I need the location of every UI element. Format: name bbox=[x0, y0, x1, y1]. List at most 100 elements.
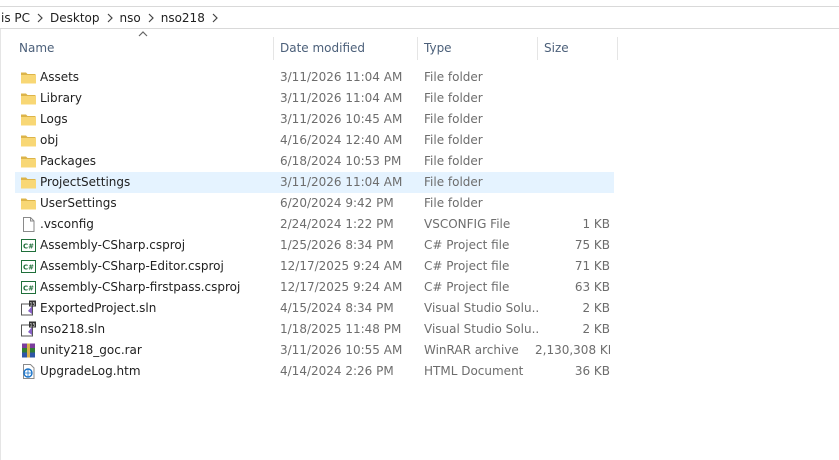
folder-icon bbox=[20, 111, 37, 128]
chevron-right-icon[interactable] bbox=[207, 13, 223, 23]
file-row[interactable]: Packages 6/18/2024 10:53 PM File folder bbox=[15, 151, 614, 172]
breadcrumb-item[interactable]: nso218 bbox=[159, 11, 207, 25]
file-type: File folder bbox=[424, 175, 483, 189]
file-type: File folder bbox=[424, 91, 483, 105]
file-name: unity218_goc.rar bbox=[40, 343, 142, 357]
file-size bbox=[535, 172, 610, 193]
svg-text:C#: C# bbox=[23, 264, 34, 272]
file-size bbox=[535, 193, 610, 214]
file-name: Assets bbox=[40, 70, 80, 84]
file-type: File folder bbox=[424, 133, 483, 147]
folder-icon bbox=[20, 195, 37, 212]
breadcrumb-item[interactable]: Desktop bbox=[48, 11, 102, 25]
file-date-modified: 3/11/2026 11:04 AM bbox=[280, 175, 403, 189]
file-date-modified: 4/16/2024 12:40 AM bbox=[280, 133, 403, 147]
file-row[interactable]: obj 4/16/2024 12:40 AM File folder bbox=[15, 130, 614, 151]
file-date-modified: 3/11/2026 10:55 AM bbox=[280, 343, 403, 357]
svg-text:C#: C# bbox=[23, 285, 34, 293]
column-header: Name Date modified Type Size bbox=[0, 30, 839, 62]
html-document-icon bbox=[20, 363, 37, 380]
visual-studio-solution-icon: 15 bbox=[20, 321, 37, 338]
column-header-type[interactable]: Type bbox=[418, 37, 538, 60]
csharp-project-icon: C# bbox=[20, 237, 37, 254]
svg-text:15: 15 bbox=[30, 323, 36, 329]
folder-icon bbox=[20, 174, 37, 191]
file-name: Library bbox=[40, 91, 82, 105]
file-type: HTML Document bbox=[424, 364, 524, 378]
file-size bbox=[535, 109, 610, 130]
file-icon bbox=[20, 216, 37, 233]
file-size bbox=[535, 88, 610, 109]
file-name: .vsconfig bbox=[40, 217, 94, 231]
file-name: Assembly-CSharp.csproj bbox=[40, 238, 186, 252]
file-name: UpgradeLog.htm bbox=[40, 364, 141, 378]
column-header-date-modified[interactable]: Date modified bbox=[274, 37, 418, 60]
file-size: 1 KB bbox=[582, 217, 610, 231]
file-size: 2 KB bbox=[582, 301, 610, 315]
visual-studio-solution-icon: 15 bbox=[20, 300, 37, 317]
svg-text:C#: C# bbox=[23, 243, 34, 251]
file-date-modified: 3/11/2026 10:45 AM bbox=[280, 112, 403, 126]
file-date-modified: 1/25/2026 8:34 PM bbox=[280, 238, 394, 252]
file-date-modified: 12/17/2025 9:24 AM bbox=[280, 259, 403, 273]
file-row[interactable]: C# Assembly-CSharp-firstpass.csproj 12/17/… bbox=[15, 277, 614, 298]
file-row[interactable]: .vsconfig 2/24/2024 1:22 PM VSCONFIG File 1… bbox=[15, 214, 614, 235]
folder-icon bbox=[20, 90, 37, 107]
file-size: 2,130,308 KB bbox=[535, 343, 610, 357]
csharp-project-icon: C# bbox=[20, 279, 37, 296]
file-name: nso218.sln bbox=[40, 322, 106, 336]
file-row[interactable]: Library 3/11/2026 11:04 AM File folder bbox=[15, 88, 614, 109]
file-name: Packages bbox=[40, 154, 96, 168]
file-name: Assembly-CSharp-firstpass.csproj bbox=[40, 280, 241, 294]
file-row[interactable]: UserSettings 6/20/2024 9:42 PM File folder bbox=[15, 193, 614, 214]
file-size: 75 KB bbox=[574, 238, 610, 252]
file-name: Logs bbox=[40, 112, 68, 126]
breadcrumb-item[interactable]: nso bbox=[118, 11, 143, 25]
folder-icon bbox=[20, 153, 37, 170]
column-header-name[interactable]: Name bbox=[13, 37, 274, 60]
file-type: C# Project file bbox=[424, 280, 510, 294]
file-type: File folder bbox=[424, 196, 483, 210]
file-date-modified: 4/15/2024 8:34 PM bbox=[280, 301, 394, 315]
file-size: 36 KB bbox=[574, 364, 610, 378]
chevron-right-icon[interactable] bbox=[102, 13, 118, 23]
file-row[interactable]: 15 nso218.sln 1/18/2025 11:48 PM Visual Stu… bbox=[15, 319, 614, 340]
file-size bbox=[535, 151, 610, 172]
file-date-modified: 12/17/2025 9:24 AM bbox=[280, 280, 403, 294]
file-type: C# Project file bbox=[424, 259, 510, 273]
file-type: File folder bbox=[424, 112, 483, 126]
file-size bbox=[535, 130, 610, 151]
breadcrumb-item[interactable]: is PC bbox=[0, 11, 32, 25]
file-name: obj bbox=[40, 133, 59, 147]
chevron-right-icon[interactable] bbox=[143, 13, 159, 23]
file-date-modified: 6/20/2024 9:42 PM bbox=[280, 196, 394, 210]
file-row[interactable]: 15 ExportedProject.sln 4/15/2024 8:34 PM Vi… bbox=[15, 298, 614, 319]
file-type: VSCONFIG File bbox=[424, 217, 511, 231]
file-row[interactable]: ProjectSettings 3/11/2026 11:04 AM File fo… bbox=[15, 172, 614, 193]
file-row[interactable]: C# Assembly-CSharp-Editor.csproj 12/17/202… bbox=[15, 256, 614, 277]
file-row[interactable]: Assets 3/11/2026 11:04 AM File folder bbox=[15, 67, 614, 88]
winrar-archive-icon bbox=[20, 342, 37, 359]
folder-icon bbox=[20, 132, 37, 149]
file-size bbox=[535, 67, 610, 88]
file-row[interactable]: UpgradeLog.htm 4/14/2024 2:26 PM HTML Docu… bbox=[15, 361, 614, 382]
file-row[interactable]: C# Assembly-CSharp.csproj 1/25/2026 8:34 P… bbox=[15, 235, 614, 256]
chevron-right-icon[interactable] bbox=[32, 13, 48, 23]
file-date-modified: 3/11/2026 11:04 AM bbox=[280, 70, 403, 84]
breadcrumb[interactable]: is PC Desktop nso nso218 bbox=[0, 6, 839, 29]
file-date-modified: 4/14/2024 2:26 PM bbox=[280, 364, 394, 378]
file-date-modified: 2/24/2024 1:22 PM bbox=[280, 217, 394, 231]
csharp-project-icon: C# bbox=[20, 258, 37, 275]
file-name: UserSettings bbox=[40, 196, 117, 210]
file-type: File folder bbox=[424, 70, 483, 84]
file-type: Visual Studio Solu... bbox=[424, 322, 540, 336]
svg-text:15: 15 bbox=[30, 302, 36, 308]
file-row[interactable]: unity218_goc.rar 3/11/2026 10:55 AM WinRAR… bbox=[15, 340, 614, 361]
file-size: 2 KB bbox=[582, 322, 610, 336]
file-name: ProjectSettings bbox=[40, 175, 131, 189]
file-explorer-window: is PC Desktop nso nso218 Name Date modified… bbox=[0, 0, 839, 460]
file-date-modified: 6/18/2024 10:53 PM bbox=[280, 154, 402, 168]
file-type: WinRAR archive bbox=[424, 343, 519, 357]
file-row[interactable]: Logs 3/11/2026 10:45 AM File folder bbox=[15, 109, 614, 130]
column-header-size[interactable]: Size bbox=[538, 37, 618, 60]
